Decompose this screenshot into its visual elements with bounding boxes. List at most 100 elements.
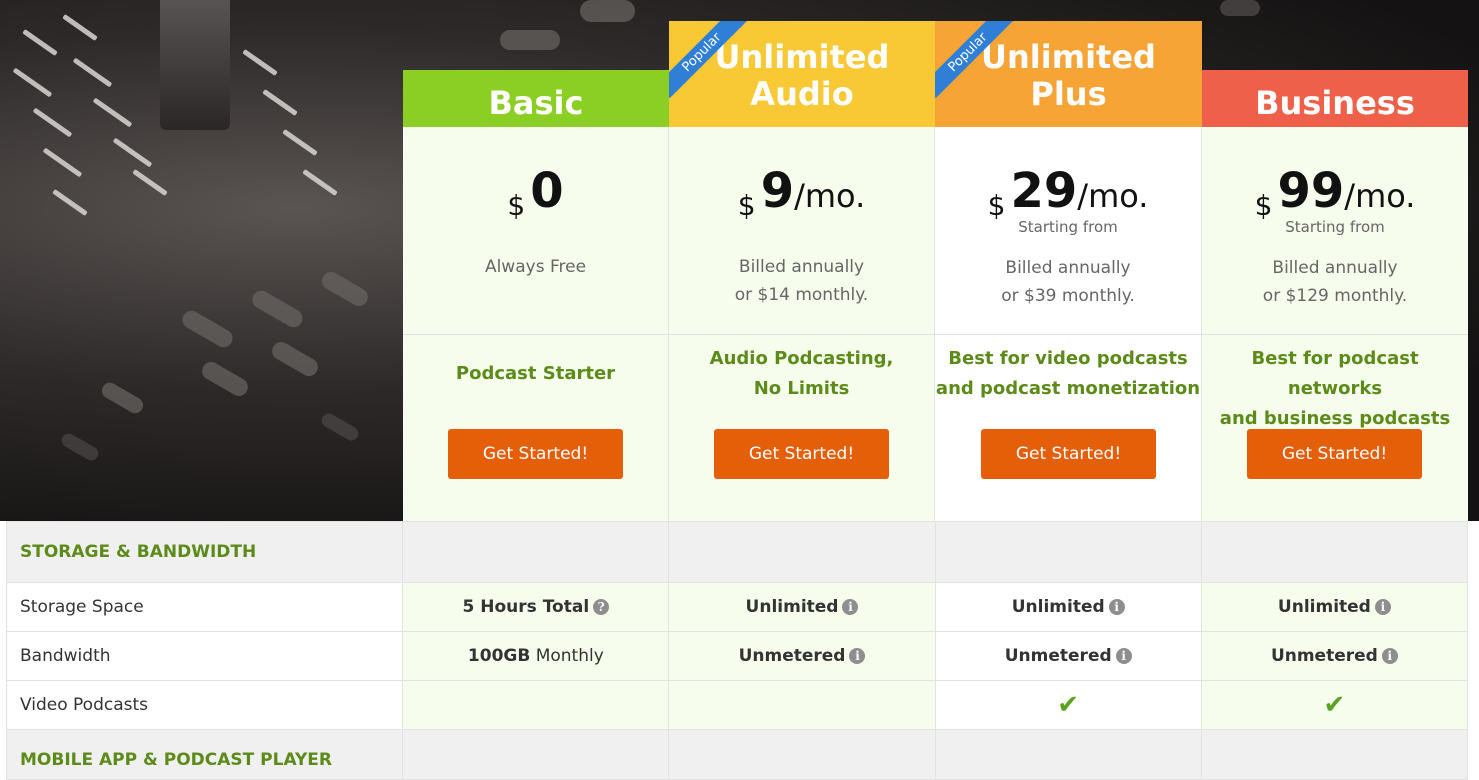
plan-header-business: Business bbox=[1202, 70, 1468, 127]
value-text: Unlimited bbox=[1011, 597, 1105, 617]
info-icon[interactable]: i bbox=[1381, 648, 1398, 664]
section-row-storage: STORAGE & BANDWIDTH bbox=[5, 521, 1469, 583]
price-amount: 0 bbox=[530, 163, 564, 219]
info-icon[interactable]: i bbox=[1108, 599, 1125, 615]
plan-price: $ 9/mo. bbox=[669, 163, 934, 222]
get-started-button-unlimited-audio[interactable]: Get Started! bbox=[714, 429, 889, 479]
feature-label: Video Podcasts bbox=[5, 680, 404, 730]
plan-tagline: Best for video podcasts and podcast mone… bbox=[935, 344, 1201, 404]
plan-name-line2: Audio bbox=[750, 75, 854, 113]
mixer-mark bbox=[62, 13, 98, 42]
mixer-mark bbox=[242, 48, 278, 77]
plan-tagline: Audio Podcasting, No Limits bbox=[669, 344, 934, 404]
mixer-button bbox=[99, 379, 146, 417]
plan-card-unlimited-audio: Unlimited Audio Popular $ 9/mo. Billed a… bbox=[669, 21, 935, 521]
mixer-button bbox=[500, 30, 560, 50]
mixer-button bbox=[580, 0, 635, 22]
billing-note-line1: Billed annually bbox=[738, 257, 865, 277]
billing-note-line2: or $39 monthly. bbox=[1001, 286, 1135, 306]
billing-note: Billed annually or $129 monthly. bbox=[1202, 254, 1468, 310]
feature-value-plus: Unlimited i bbox=[934, 582, 1202, 632]
value-text: Unmetered bbox=[1270, 646, 1378, 666]
info-icon[interactable]: i bbox=[849, 648, 866, 664]
mixer-mark bbox=[72, 57, 113, 88]
mixer-mark bbox=[22, 28, 58, 57]
info-icon[interactable]: i bbox=[1374, 599, 1391, 615]
plan-tagline-line2: and podcast monetization bbox=[935, 378, 1201, 399]
mixer-mark bbox=[282, 128, 318, 157]
empty-cell bbox=[402, 521, 670, 583]
check-icon: ✔ bbox=[1323, 690, 1346, 720]
plan-tagline-line2: No Limits bbox=[753, 378, 850, 399]
popular-label: Popular bbox=[935, 21, 1014, 99]
get-started-button-business[interactable]: Get Started! bbox=[1247, 429, 1422, 479]
empty-cell bbox=[1200, 521, 1469, 583]
info-icon[interactable]: i bbox=[1115, 648, 1132, 664]
feature-label: Bandwidth bbox=[5, 631, 404, 681]
price-amount: 99 bbox=[1277, 163, 1345, 219]
plan-body: $ 99/mo. Starting from Billed annually o… bbox=[1202, 127, 1468, 521]
empty-cell bbox=[1200, 729, 1469, 780]
price-currency: $ bbox=[507, 189, 526, 222]
mixer-mark bbox=[32, 107, 73, 138]
plan-body: $ 0 Always Free Podcast Starter Get Star… bbox=[403, 127, 669, 521]
billing-note-line1: Billed annually bbox=[1272, 258, 1398, 278]
price-currency: $ bbox=[737, 189, 756, 222]
get-started-button-unlimited-plus[interactable]: Get Started! bbox=[981, 429, 1156, 479]
billing-note-line1: Billed annually bbox=[1005, 258, 1131, 278]
billing-note-line2: or $14 monthly. bbox=[734, 285, 869, 305]
plan-price: $ 0 bbox=[403, 163, 668, 222]
value-text: Unmetered bbox=[738, 646, 846, 666]
mixer-button bbox=[1220, 0, 1260, 16]
mixer-mark bbox=[112, 137, 153, 168]
billing-note: Always Free bbox=[484, 257, 587, 277]
value-text: Unlimited bbox=[1277, 597, 1371, 617]
feature-value-plus: Unmetered i bbox=[934, 631, 1202, 681]
popular-ribbon: Popular bbox=[669, 21, 749, 101]
popular-label: Popular bbox=[669, 21, 748, 99]
price-amount: 29 bbox=[1010, 163, 1078, 219]
plan-tagline: Best for podcast networks and business p… bbox=[1202, 344, 1468, 434]
mixer-mark bbox=[52, 188, 88, 217]
feature-row-bandwidth: Bandwidth 100GB Monthly Unmetered i Unmet… bbox=[5, 631, 1469, 681]
mixer-mark bbox=[262, 88, 298, 117]
check-icon: ✔ bbox=[1057, 690, 1080, 720]
plan-name-line2: Plus bbox=[1030, 75, 1107, 113]
price-period: /mo. bbox=[1077, 177, 1149, 215]
mixer-mark bbox=[12, 67, 53, 98]
value-text: Unmetered bbox=[1004, 646, 1112, 666]
price-amount: 9 bbox=[760, 163, 795, 219]
mixer-mark bbox=[92, 97, 133, 128]
popular-ribbon: Popular bbox=[935, 21, 1015, 101]
fader-knob bbox=[160, 0, 230, 130]
feature-value-basic: 100GB Monthly bbox=[402, 631, 670, 681]
plan-tagline-line1: Best for video podcasts bbox=[948, 348, 1188, 369]
billing-note: Billed annually or $39 monthly. bbox=[935, 254, 1201, 310]
divider bbox=[669, 334, 934, 335]
plan-tagline-line1: Best for podcast networks bbox=[1251, 348, 1419, 399]
section-title: STORAGE & BANDWIDTH bbox=[5, 521, 404, 583]
feature-value-audio: Unmetered i bbox=[668, 631, 936, 681]
feature-value-business: Unmetered i bbox=[1200, 631, 1469, 681]
mixer-mark bbox=[302, 168, 338, 197]
feature-value-business: Unlimited i bbox=[1200, 582, 1469, 632]
plan-card-basic: Basic $ 0 Always Free Podcast Starter Ge… bbox=[403, 70, 669, 521]
get-started-button-basic[interactable]: Get Started! bbox=[448, 429, 623, 479]
feature-row-storage-space: Storage Space 5 Hours Total? Unlimited i … bbox=[5, 582, 1469, 632]
mixer-button bbox=[198, 358, 252, 400]
info-icon[interactable]: i bbox=[842, 599, 859, 615]
mixer-button bbox=[179, 307, 236, 351]
price-period: /mo. bbox=[1344, 177, 1416, 215]
plan-body: $ 29/mo. Starting from Billed annually o… bbox=[935, 127, 1202, 521]
divider bbox=[935, 334, 1201, 335]
empty-cell bbox=[668, 729, 936, 780]
price-period: /mo. bbox=[794, 177, 866, 215]
help-icon[interactable]: ? bbox=[593, 599, 610, 615]
feature-value-basic: 5 Hours Total? bbox=[402, 582, 670, 632]
feature-value-business: ✔ bbox=[1200, 680, 1469, 730]
feature-value-audio bbox=[668, 680, 936, 730]
empty-cell bbox=[934, 521, 1202, 583]
billing-note: Billed annually or $14 monthly. bbox=[669, 253, 934, 309]
value-text: 100GB bbox=[467, 646, 531, 666]
starting-from: Starting from bbox=[1018, 218, 1118, 236]
